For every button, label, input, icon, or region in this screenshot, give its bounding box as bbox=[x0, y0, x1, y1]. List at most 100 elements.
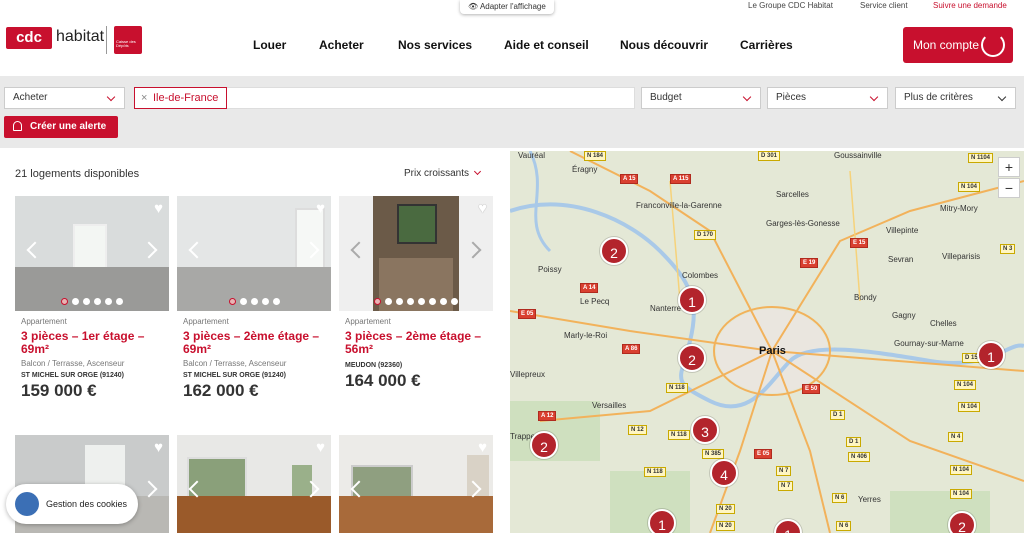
listing-photo[interactable]: ♥ bbox=[15, 196, 169, 311]
location-tag[interactable]: × Ile-de-France bbox=[134, 87, 228, 109]
listing-features: Balcon / Terrasse, Ascenseur bbox=[183, 359, 287, 368]
listing-photo[interactable]: ♥ bbox=[339, 196, 493, 311]
place-label: Chelles bbox=[930, 319, 957, 328]
bell-icon bbox=[13, 121, 22, 131]
more-criteria-select[interactable]: Plus de critères bbox=[895, 87, 1016, 109]
photo-dots bbox=[15, 298, 169, 305]
listing-card[interactable]: ♥ Appartement 3 pièces – 2ème étage – 56… bbox=[339, 196, 493, 416]
favorite-heart-icon[interactable]: ♥ bbox=[478, 201, 487, 216]
suivre-demande-link[interactable]: Suivre une demande bbox=[933, 0, 1007, 12]
nav-carrieres[interactable]: Carrières bbox=[740, 38, 793, 52]
map-cluster-marker[interactable]: 1 bbox=[648, 509, 676, 533]
place-label: Colombes bbox=[682, 271, 719, 280]
favorite-heart-icon[interactable]: ♥ bbox=[316, 440, 325, 455]
map-cluster-marker[interactable]: 4 bbox=[710, 459, 738, 487]
road-badge: N 20 bbox=[716, 504, 735, 514]
listing-city: ST MICHEL SUR ORGE (91240) bbox=[21, 372, 124, 379]
place-label: Franconville-la-Garenne bbox=[636, 201, 722, 210]
place-label: Sevran bbox=[888, 255, 914, 264]
place-label: Poissy bbox=[538, 265, 562, 274]
zoom-in-button[interactable]: + bbox=[998, 157, 1020, 177]
photo-dots bbox=[177, 298, 331, 305]
listing-features: Balcon / Terrasse, Ascenseur bbox=[21, 359, 125, 368]
place-label: Yerres bbox=[858, 495, 881, 504]
adapt-display-button[interactable]: 👁 Adapter l'affichage bbox=[460, 0, 554, 14]
map-cluster-marker[interactable]: 2 bbox=[678, 344, 706, 372]
cookie-settings-button[interactable]: Gestion des cookies bbox=[6, 484, 138, 524]
budget-select[interactable]: Budget bbox=[641, 87, 761, 109]
favorite-heart-icon[interactable]: ♥ bbox=[154, 440, 163, 455]
listing-photo[interactable]: ♥ bbox=[177, 435, 331, 533]
road-badge: N 6 bbox=[832, 493, 848, 503]
map-cluster-marker[interactable]: 3 bbox=[691, 416, 719, 444]
service-client-link[interactable]: Service client bbox=[860, 0, 908, 12]
place-label: Sarcelles bbox=[776, 190, 809, 199]
caisse-depots-text: Caisse des Dépôts bbox=[116, 39, 136, 48]
listing-card[interactable]: ♥ Appartement 3 pièces – 2ème étage – 69… bbox=[177, 196, 331, 416]
road-badge: A 86 bbox=[622, 344, 641, 354]
place-label: Gagny bbox=[892, 311, 916, 320]
listing-photo[interactable]: ♥ bbox=[339, 435, 493, 533]
listing-title[interactable]: 3 pièces – 2ème étage – 56m² bbox=[345, 330, 493, 356]
chevron-down-icon bbox=[869, 92, 879, 102]
map[interactable]: + − Vauréal Éragny Goussainville Sarcell… bbox=[510, 151, 1024, 533]
logo-divider bbox=[106, 26, 107, 54]
nav-louer[interactable]: Louer bbox=[253, 38, 286, 52]
listing-title[interactable]: 3 pièces – 2ème étage – 69m² bbox=[183, 330, 331, 356]
cookie-label: Gestion des cookies bbox=[46, 499, 128, 509]
nav-acheter[interactable]: Acheter bbox=[319, 38, 364, 52]
chevron-down-icon bbox=[473, 167, 482, 176]
remove-tag-icon[interactable]: × bbox=[141, 88, 147, 108]
zoom-out-button[interactable]: − bbox=[998, 178, 1020, 198]
road-badge: E 50 bbox=[802, 384, 821, 394]
listing-card[interactable]: ♥ bbox=[177, 435, 331, 533]
place-label: Garges-lès-Gonesse bbox=[766, 219, 840, 228]
listing-price: 164 000 € bbox=[345, 371, 421, 390]
favorite-heart-icon[interactable]: ♥ bbox=[316, 201, 325, 216]
place-label: Nanterre bbox=[650, 304, 682, 313]
listing-type: Appartement bbox=[345, 317, 391, 326]
road-badge: D 301 bbox=[758, 151, 781, 161]
create-alert-button[interactable]: Créer une alerte bbox=[4, 116, 118, 138]
nav-nos-services[interactable]: Nos services bbox=[398, 38, 472, 52]
nav-aide-conseil[interactable]: Aide et conseil bbox=[504, 38, 589, 52]
place-label: Mitry-Mory bbox=[940, 204, 978, 213]
chevron-down-icon bbox=[997, 92, 1007, 102]
place-label: Le Pecq bbox=[580, 297, 610, 306]
chevron-down-icon bbox=[742, 92, 752, 102]
map-cluster-marker[interactable]: 1 bbox=[977, 341, 1005, 369]
map-cluster-marker[interactable]: 2 bbox=[600, 237, 628, 265]
road-badge: E 15 bbox=[850, 238, 869, 248]
road-badge: D 1 bbox=[846, 437, 862, 447]
listing-city: MEUDON (92360) bbox=[345, 362, 403, 369]
road-badge: N 104 bbox=[950, 465, 973, 475]
rooms-select[interactable]: Pièces bbox=[767, 87, 888, 109]
mode-select[interactable]: Acheter bbox=[4, 87, 125, 109]
map-cluster-marker[interactable]: 2 bbox=[948, 511, 976, 533]
groupe-link[interactable]: Le Groupe CDC Habitat bbox=[748, 0, 833, 12]
place-label: Versailles bbox=[592, 401, 627, 410]
listing-card[interactable]: ♥ bbox=[339, 435, 493, 533]
adapt-display-label: Adapter l'affichage bbox=[479, 2, 546, 11]
road-badge: N 104 bbox=[958, 182, 981, 192]
favorite-heart-icon[interactable]: ♥ bbox=[154, 201, 163, 216]
account-button[interactable]: Mon compte bbox=[903, 27, 1013, 63]
sort-select[interactable]: Prix croissants bbox=[404, 167, 482, 179]
logo-mark[interactable]: cdc bbox=[6, 27, 52, 49]
listing-type: Appartement bbox=[183, 317, 229, 326]
account-label: Mon compte bbox=[913, 38, 980, 52]
logo-word: habitat bbox=[56, 28, 105, 45]
map-cluster-marker[interactable]: 1 bbox=[678, 286, 706, 314]
listing-card[interactable]: ♥ Appartement 3 pièces – 1er étage – 69m… bbox=[15, 196, 169, 416]
road-badge: A 115 bbox=[670, 174, 692, 184]
listing-photo[interactable]: ♥ bbox=[177, 196, 331, 311]
place-label: Bondy bbox=[854, 293, 877, 302]
place-label: Vauréal bbox=[518, 151, 545, 160]
map-cluster-marker[interactable]: 2 bbox=[530, 431, 558, 459]
road-badge: N 385 bbox=[702, 449, 725, 459]
nav-nous-decouvrir[interactable]: Nous découvrir bbox=[620, 38, 708, 52]
road-badge: N 7 bbox=[776, 466, 792, 476]
listing-title[interactable]: 3 pièces – 1er étage – 69m² bbox=[21, 330, 169, 356]
favorite-heart-icon[interactable]: ♥ bbox=[478, 440, 487, 455]
place-label: Villepreux bbox=[510, 370, 545, 379]
